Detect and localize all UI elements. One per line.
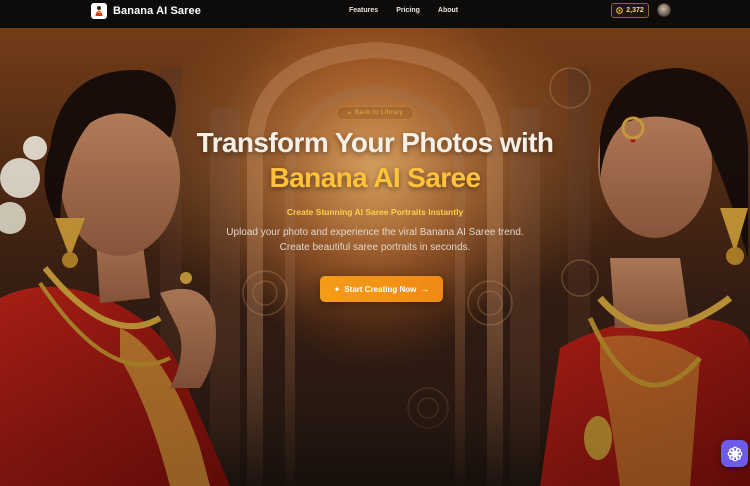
banana-person-icon [91,3,107,19]
top-navbar: Banana AI Saree Features Pricing About 2… [0,0,750,28]
hero-title-line2: Banana AI Saree [269,162,482,193]
badge-label: Back to Library [354,110,404,116]
credits-value: 2,372 [626,7,644,14]
hero-title-line1: Transform Your Photos with [196,127,554,158]
hero-section: ✦ Back to Library Transform Your Photos … [0,28,750,486]
hero-description-line2: Create beautiful saree portraits in seco… [279,242,471,253]
brand[interactable]: Banana AI Saree [91,3,201,19]
brand-name: Banana AI Saree [113,5,201,17]
start-creating-button[interactable]: ✦ Start Creating Now → [320,276,443,302]
nav-pricing[interactable]: Pricing [396,7,420,14]
hero-overlay [0,28,750,486]
back-to-library-badge[interactable]: ✦ Back to Library [336,106,414,120]
credits-badge[interactable]: 2,372 [611,3,649,18]
nav-about[interactable]: About [438,7,458,14]
nav-features[interactable]: Features [349,7,378,14]
floating-help-button[interactable] [721,440,748,467]
user-avatar[interactable] [657,3,671,17]
cta-label: Start Creating Now [344,284,417,294]
coin-icon [616,7,624,14]
hero-tagline: Create Stunning AI Saree Portraits Insta… [286,207,464,217]
hero-description-line1: Upload your photo and experience the vir… [226,227,524,238]
arrow-right-icon: → [420,284,430,294]
sparkle-icon: ✦ [333,284,341,294]
flower-help-icon [727,446,742,461]
main-nav: Features Pricing About [349,7,458,14]
star-icon: ✦ [346,110,352,117]
